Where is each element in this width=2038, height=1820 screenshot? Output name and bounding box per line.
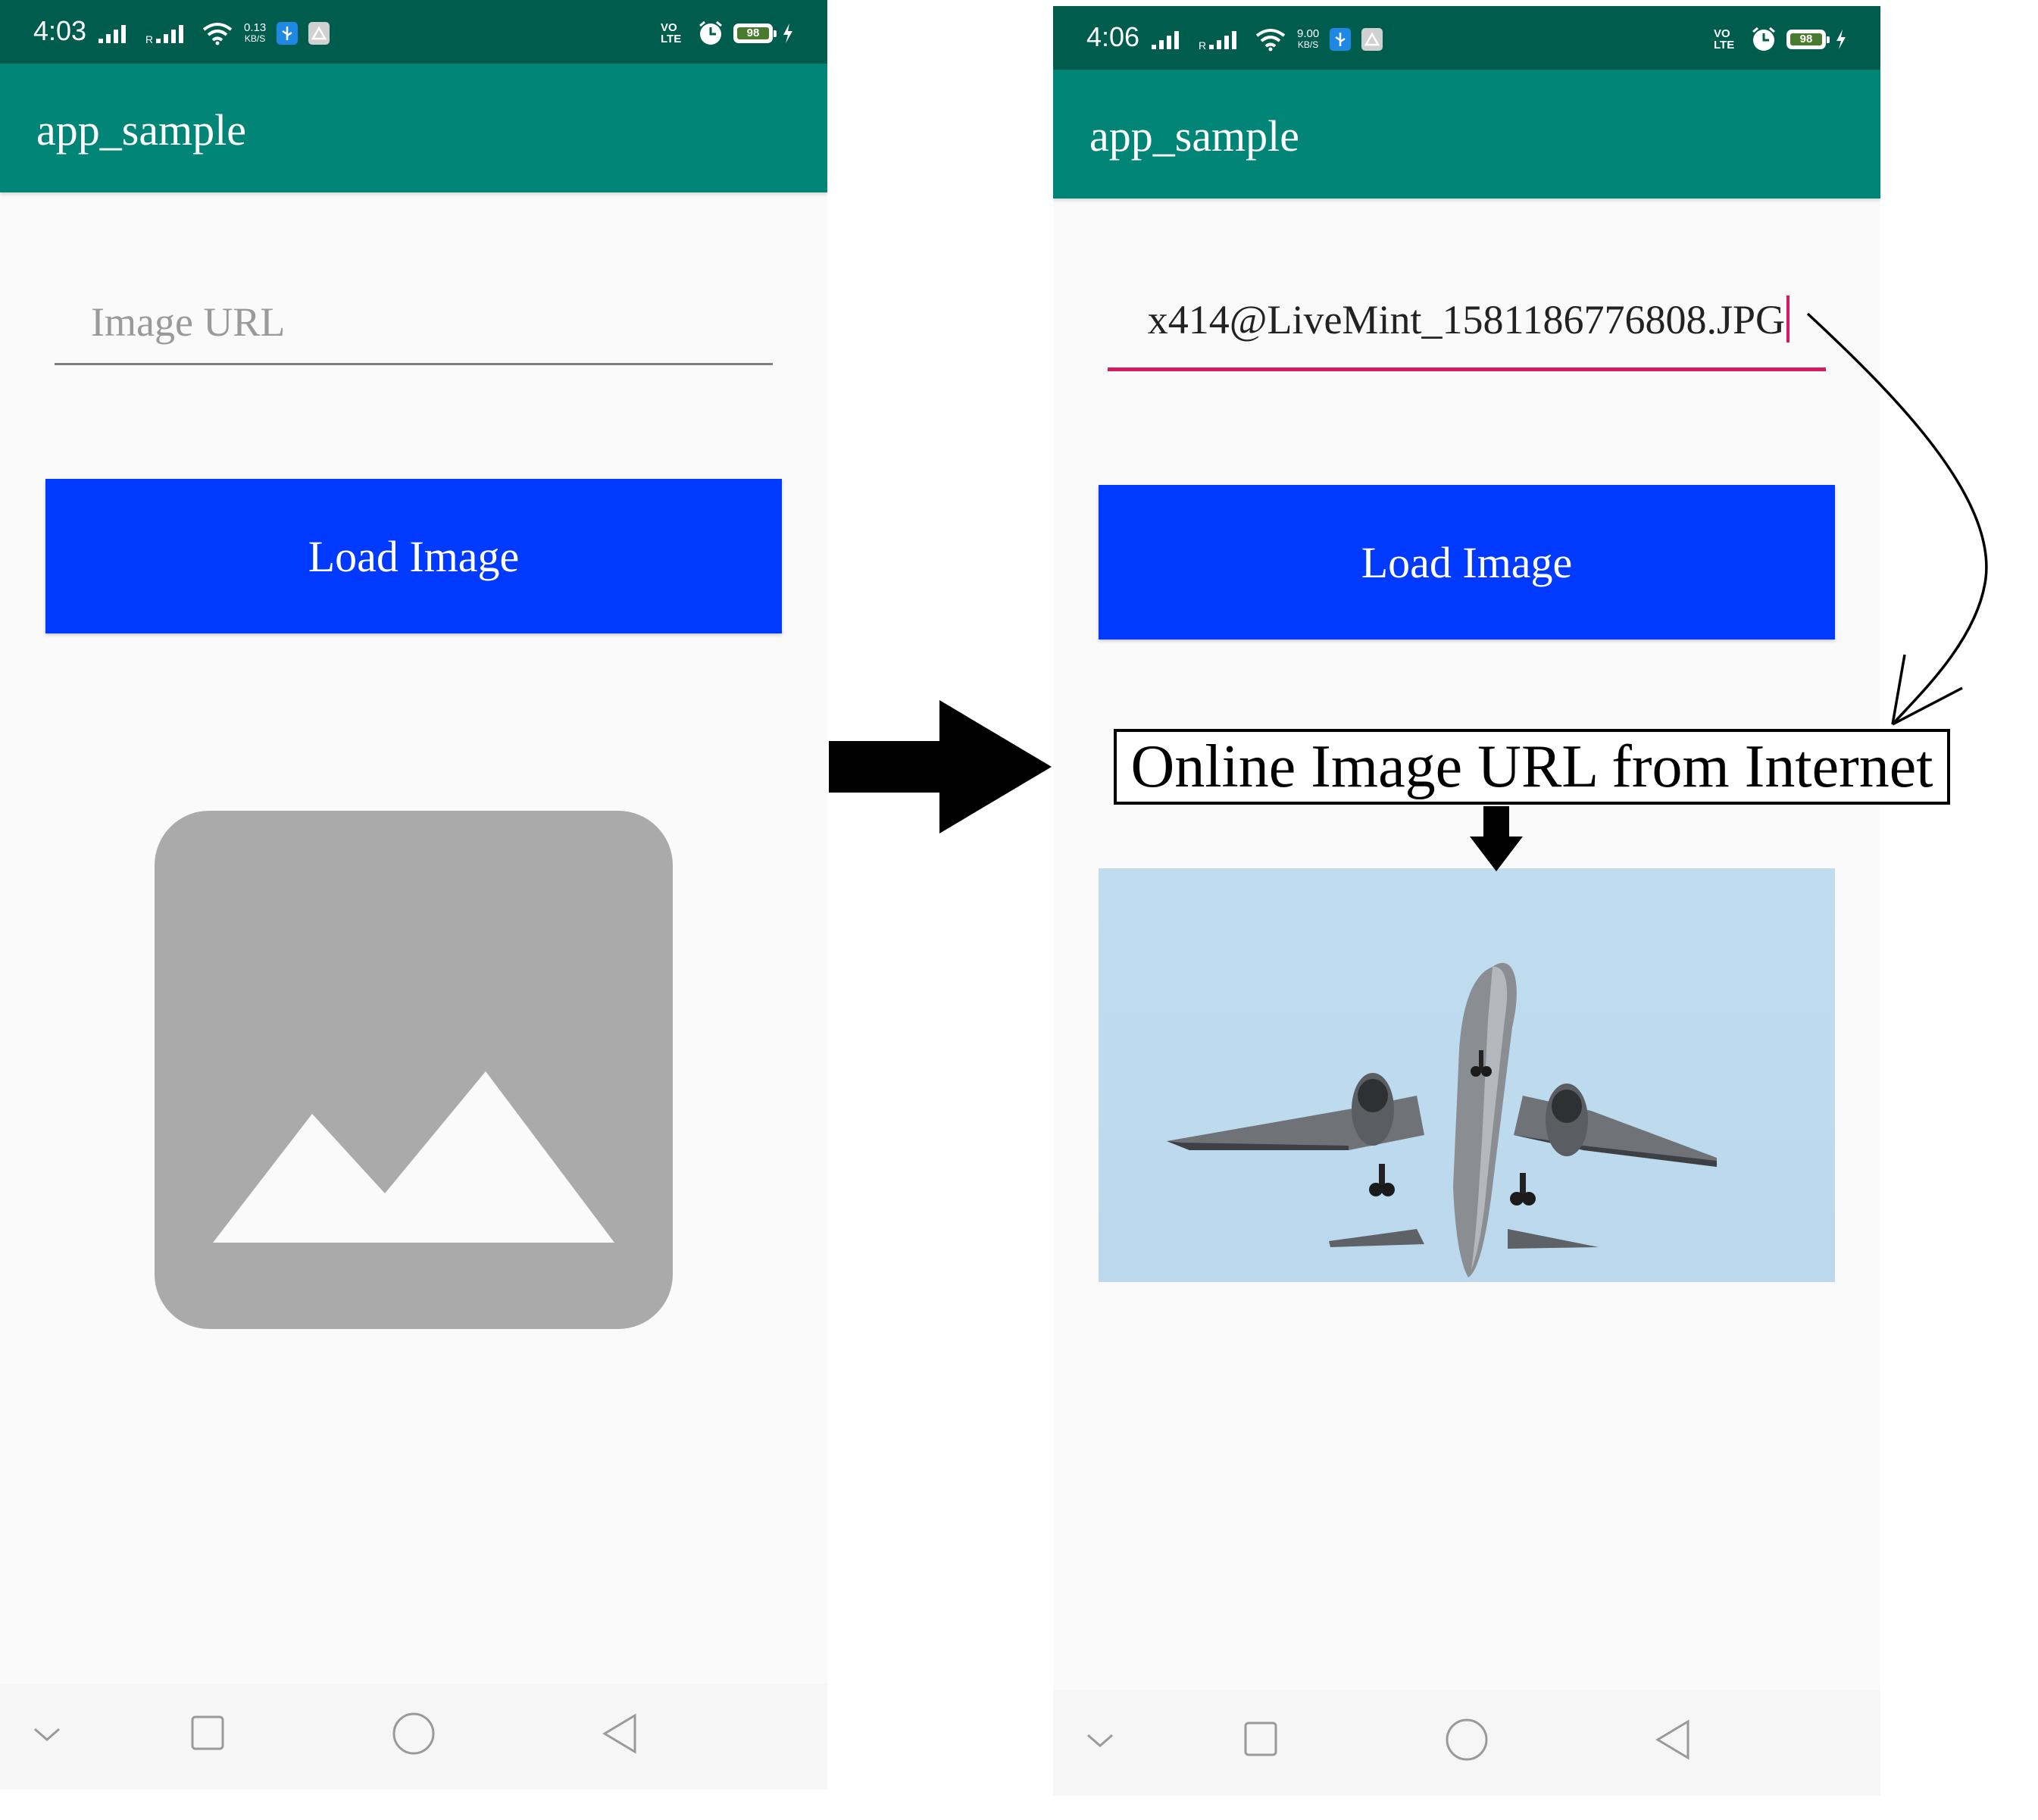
navigation-bar	[1053, 1690, 1880, 1796]
svg-text:R: R	[1199, 39, 1206, 51]
usb-icon	[277, 22, 299, 45]
network-speed: 0.13 KB/S	[244, 21, 267, 44]
battery-icon: 98	[1786, 30, 1830, 49]
recent-apps-square-icon[interactable]	[1242, 1717, 1279, 1762]
usb-icon	[1330, 28, 1352, 51]
battery-level: 98	[1790, 33, 1822, 45]
network-speed: 9.00 KB/S	[1297, 27, 1320, 50]
wifi-icon	[202, 23, 233, 45]
alarm-icon	[1752, 27, 1775, 51]
status-time: 4:06	[1086, 21, 1140, 52]
curved-arrow-icon	[1806, 312, 1988, 726]
charging-icon	[783, 23, 792, 43]
speed-value: 0.13	[244, 21, 267, 34]
status-bar: 4:06 R 9.00 KB/S VO LTE 98	[1053, 6, 1880, 70]
battery-icon: 98	[733, 23, 777, 43]
roaming-signal-icon: R	[145, 25, 183, 45]
volte-indicator: VO LTE	[1714, 27, 1735, 52]
down-arrow-icon	[1470, 806, 1523, 871]
drive-icon	[308, 22, 330, 45]
back-triangle-icon[interactable]	[1653, 1717, 1693, 1762]
recent-apps-square-icon[interactable]	[189, 1711, 226, 1756]
app-title: app_sample	[1089, 111, 1300, 161]
speed-value: 9.00	[1297, 27, 1320, 40]
volte-indicator: VO LTE	[661, 21, 682, 45]
loaded-airplane-image	[1099, 868, 1835, 1282]
app-bar: app_sample	[0, 64, 827, 192]
image-view-placeholder	[155, 811, 673, 1329]
app-title: app_sample	[36, 105, 247, 155]
signal-icon	[98, 25, 126, 43]
load-image-button[interactable]: Load Image	[1099, 485, 1835, 640]
app-bar: app_sample	[1053, 70, 1880, 199]
roaming-signal-icon: R	[1199, 31, 1236, 51]
image-placeholder-icon	[213, 1071, 614, 1243]
text-cursor	[1786, 296, 1790, 342]
image-url-input[interactable]	[55, 280, 773, 365]
home-circle-icon[interactable]	[391, 1711, 436, 1756]
phone-screen-after: 4:06 R 9.00 KB/S VO LTE 98 app_sample x4…	[1053, 6, 1880, 1796]
callout-label: Online Image URL from Internet	[1114, 729, 1950, 805]
home-circle-icon[interactable]	[1444, 1717, 1489, 1762]
phone-screen-before: 4:03 R 0.13 KB/S VO LTE 98 app_sample Im…	[0, 0, 827, 1790]
status-bar: 4:03 R 0.13 KB/S VO LTE 98	[0, 0, 827, 64]
battery-level: 98	[737, 27, 769, 39]
chevron-down-icon[interactable]	[1083, 1717, 1117, 1762]
load-image-button[interactable]: Load Image	[45, 479, 782, 633]
wifi-icon	[1255, 29, 1286, 52]
charging-icon	[1836, 30, 1846, 49]
back-triangle-icon[interactable]	[600, 1711, 639, 1756]
navigation-bar	[0, 1684, 827, 1790]
speed-unit: KB/S	[1297, 39, 1319, 50]
alarm-icon	[699, 20, 722, 45]
image-url-input-focused[interactable]: x414@LiveMint_1581186776808.JPG	[1108, 286, 1826, 371]
speed-unit: KB/S	[244, 33, 266, 44]
signal-icon	[1152, 31, 1179, 49]
status-time: 4:03	[33, 15, 87, 46]
svg-text:R: R	[145, 33, 153, 45]
transition-arrow-icon	[829, 700, 1052, 833]
url-input-value: x414@LiveMint_1581186776808.JPG	[1147, 297, 1785, 342]
airplane-photo	[1167, 962, 1717, 1277]
url-input-text: x414@LiveMint_1581186776808.JPG	[1148, 296, 1790, 343]
drive-icon	[1361, 28, 1383, 51]
chevron-down-icon[interactable]	[30, 1711, 64, 1756]
